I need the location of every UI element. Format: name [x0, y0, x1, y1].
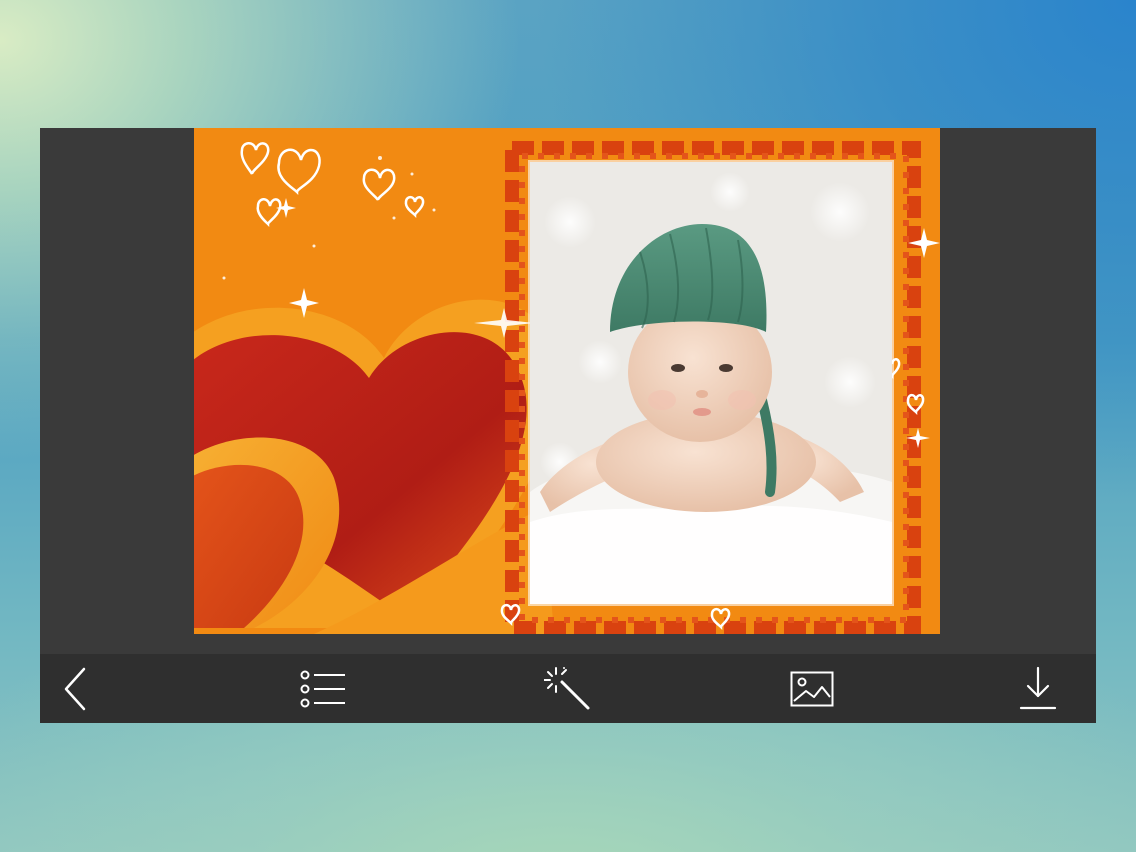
back-button[interactable] [50, 664, 102, 714]
frame-canvas[interactable] [194, 128, 940, 634]
gallery-button[interactable] [786, 664, 838, 714]
list-icon [300, 670, 345, 708]
download-icon [1019, 666, 1057, 710]
baby-photo-illustration [530, 162, 892, 604]
back-chevron-icon [64, 667, 86, 711]
magic-wand-icon [544, 667, 590, 710]
save-button[interactable] [1012, 664, 1064, 714]
image-icon [790, 671, 834, 707]
editor-panel [40, 128, 1096, 723]
effects-button[interactable] [542, 664, 594, 714]
frames-list-button[interactable] [297, 664, 349, 714]
baby-photo[interactable] [530, 162, 892, 604]
bottom-toolbar [40, 654, 1096, 723]
